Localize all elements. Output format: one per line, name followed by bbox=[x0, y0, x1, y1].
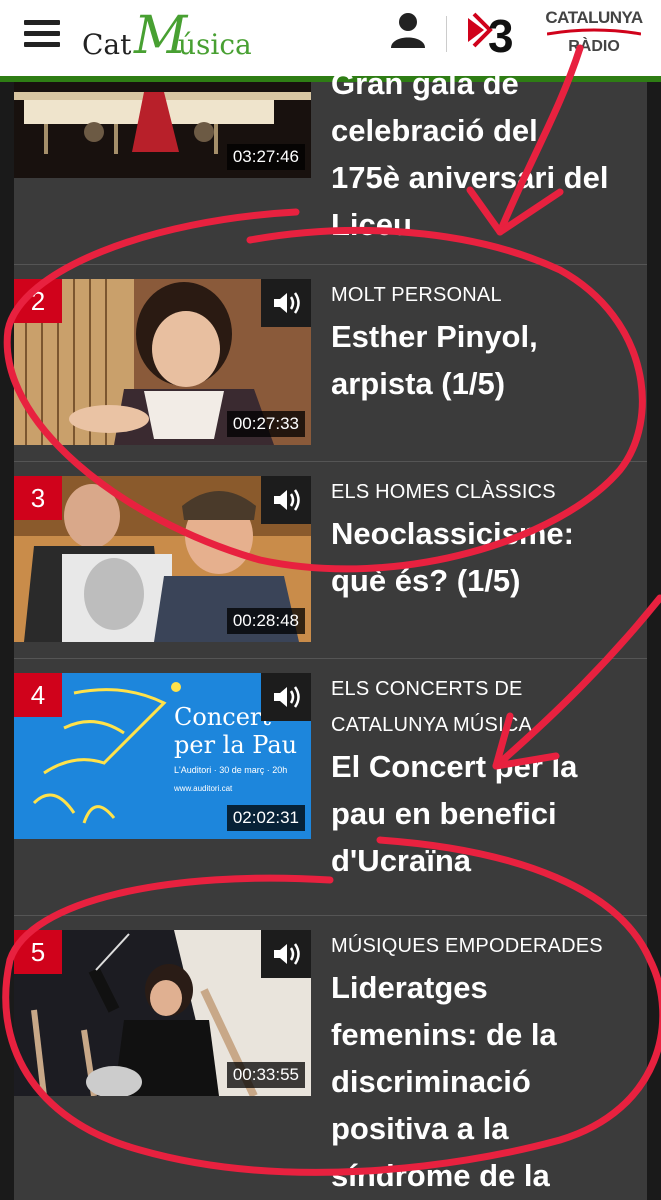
list-item[interactable]: 5 00:33:55 MÚSIQUES EMPODERADES Lideratg… bbox=[14, 916, 647, 1200]
poster-title-line2: per la Pau bbox=[174, 731, 297, 759]
poster-title-line1: Concert bbox=[174, 703, 271, 731]
title-line: 175è aniversari del bbox=[331, 160, 609, 195]
title-line: Liceu bbox=[331, 207, 412, 242]
item-kicker: ELS CONCERTS DE CATALUNYA MÚSICA bbox=[331, 671, 631, 743]
title-line: Gran gala de bbox=[331, 66, 519, 101]
title-line: El Concert per la bbox=[331, 749, 578, 784]
title-line: pau en benefici bbox=[331, 796, 557, 831]
radio-wave-icon bbox=[547, 28, 641, 36]
title-line: femenins: de la bbox=[331, 1017, 557, 1052]
title-line: què és? (1/5) bbox=[331, 563, 521, 598]
speaker-icon[interactable] bbox=[261, 476, 311, 524]
title-line: Neoclassicisme: bbox=[331, 516, 574, 551]
thumbnail-image[interactable]: 03:27:46 bbox=[14, 82, 311, 178]
list-item[interactable]: 03:27:46 Gran gala de celebració del 175… bbox=[14, 66, 647, 264]
item-kicker: MOLT PERSONAL bbox=[331, 284, 502, 306]
ranking-list: 03:27:46 Gran gala de celebració del 175… bbox=[14, 66, 647, 1200]
list-item[interactable]: 3 00:28:48 ELS HOMES CLÀSSICS Neoclassic… bbox=[14, 462, 647, 658]
kicker-line: CATALUNYA MÚSICA bbox=[331, 714, 533, 736]
item-kicker: ELS HOMES CLÀSSICS bbox=[331, 481, 556, 503]
title-line: celebració del bbox=[331, 113, 538, 148]
thumbnail-image[interactable]: 5 00:33:55 bbox=[14, 930, 311, 1096]
speaker-icon[interactable] bbox=[261, 279, 311, 327]
tv3-logo[interactable]: 3 bbox=[466, 8, 524, 58]
item-title[interactable]: Esther Pinyol, arpista (1/5) bbox=[331, 313, 641, 407]
title-line: d'Ucraïna bbox=[331, 843, 472, 878]
logo-usica-text: úsica bbox=[178, 28, 252, 61]
item-title[interactable]: Gran gala de celebració del 175è anivers… bbox=[331, 60, 641, 248]
logo-cat-text: Cat bbox=[82, 28, 132, 61]
kicker-line: ELS CONCERTS DE bbox=[331, 678, 523, 700]
title-line: positiva a la bbox=[331, 1111, 509, 1146]
thumbnail-image[interactable]: 2 00:27:33 bbox=[14, 279, 311, 445]
item-title[interactable]: Lideratges femenins: de la discriminació… bbox=[331, 964, 641, 1199]
poster-url-text: www.auditori.cat bbox=[173, 784, 233, 793]
title-line: arpista (1/5) bbox=[331, 366, 506, 401]
title-line: síndrome de la bbox=[331, 1158, 550, 1193]
poster-date-text: L'Auditori · 30 de març · 20h bbox=[174, 765, 287, 775]
rank-badge: 5 bbox=[14, 930, 62, 974]
catalunya-radio-logo[interactable]: CATALUNYA RÀDIO bbox=[537, 8, 651, 60]
item-title[interactable]: Neoclassicisme: què és? (1/5) bbox=[331, 510, 641, 604]
tv3-number: 3 bbox=[488, 10, 514, 58]
item-kicker: MÚSIQUES EMPODERADES bbox=[331, 935, 603, 957]
list-item[interactable]: Concert per la Pau L'Auditori · 30 de ma… bbox=[14, 659, 647, 915]
catmusica-logo[interactable]: Cat M úsica bbox=[82, 6, 262, 70]
item-title[interactable]: El Concert per la pau en benefici d'Ucra… bbox=[331, 743, 641, 884]
duration-label: 02:02:31 bbox=[226, 805, 305, 831]
rank-badge: 3 bbox=[14, 476, 62, 520]
user-account-icon[interactable] bbox=[389, 12, 427, 48]
title-line: Esther Pinyol, bbox=[331, 319, 538, 354]
radio-logo-line1: CATALUNYA bbox=[545, 8, 643, 27]
rank-badge: 4 bbox=[14, 673, 62, 717]
title-line: Lideratges bbox=[331, 970, 488, 1005]
duration-label: 00:27:33 bbox=[226, 411, 305, 437]
speaker-icon[interactable] bbox=[261, 930, 311, 978]
header-divider bbox=[446, 16, 447, 52]
thumbnail-image[interactable]: 3 00:28:48 bbox=[14, 476, 311, 642]
duration-label: 00:28:48 bbox=[226, 608, 305, 634]
radio-logo-line2: RÀDIO bbox=[568, 38, 620, 55]
duration-label: 03:27:46 bbox=[226, 144, 305, 170]
rank-badge: 2 bbox=[14, 279, 62, 323]
list-item[interactable]: 2 00:27:33 MOLT PERSONAL Esther Pinyol, … bbox=[14, 265, 647, 461]
thumbnail-image[interactable]: Concert per la Pau L'Auditori · 30 de ma… bbox=[14, 673, 311, 839]
title-line: discriminació bbox=[331, 1064, 531, 1099]
hamburger-menu-icon[interactable] bbox=[24, 20, 60, 48]
speaker-icon[interactable] bbox=[261, 673, 311, 721]
duration-label: 00:33:55 bbox=[226, 1062, 305, 1088]
